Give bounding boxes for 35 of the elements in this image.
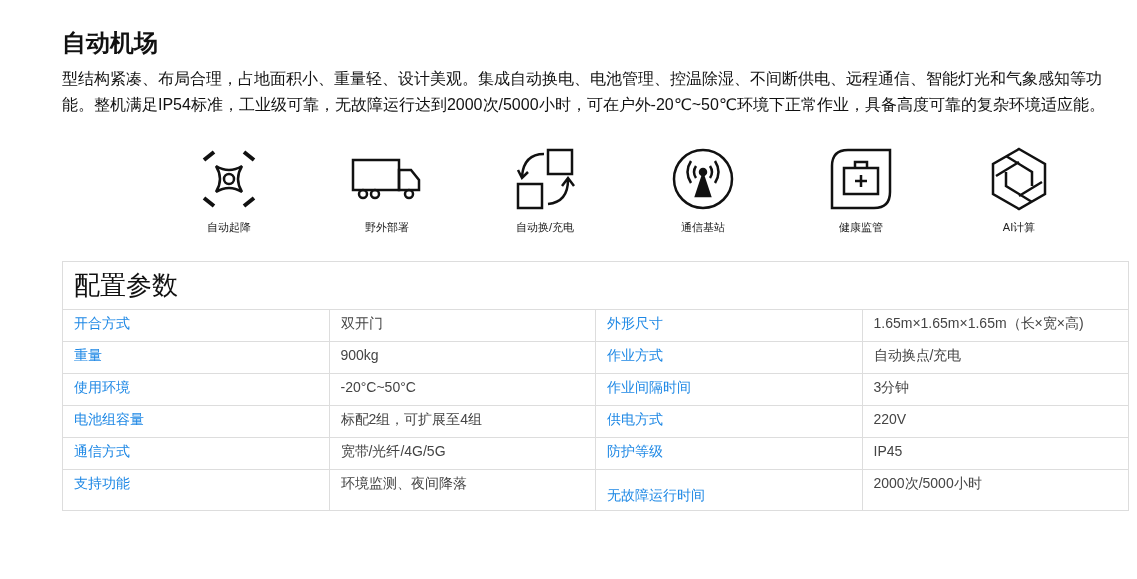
feature-label: 野外部署 bbox=[365, 220, 409, 235]
spec-value: 标配2组，可扩展至4组 bbox=[329, 405, 596, 438]
page-title: 自动机场 bbox=[62, 28, 159, 58]
spec-label: 外形尺寸 bbox=[595, 309, 862, 342]
feature-label: 通信基站 bbox=[681, 220, 725, 235]
spec-label: 开合方式 bbox=[62, 309, 329, 342]
description: 型结构紧凑、布局合理，占地面积小、重量轻、设计美观。集成自动换电、电池管理、控温除湿、不间断供电、远程通信、智能灯光和气象感知等功能。整机满足IP54标准，工业级可靠，无故障运行达到2000次/5000小时，可在户外-20℃~50℃环境下正常作业，具备高度可靠的复杂环境适应能。 bbox=[62, 69, 1106, 115]
feature-label: 自动换/充电 bbox=[515, 220, 575, 235]
spec-label: 供电方式 bbox=[595, 405, 862, 438]
spec-value: 1.65m×1.65m×1.65m（长×宽×高) bbox=[862, 309, 1129, 342]
spec-label: 电池组容量 bbox=[62, 405, 329, 438]
spec-value: 900kg bbox=[329, 341, 596, 374]
spec-value: 双开门 bbox=[329, 309, 596, 342]
spec-label: 重量 bbox=[62, 341, 329, 374]
spec-label: 防护等级 bbox=[595, 437, 862, 470]
spec-value: 环境监测、夜间降落 bbox=[329, 469, 596, 511]
feature-label: 健康监管 bbox=[839, 220, 883, 235]
spec-label: 作业方式 bbox=[595, 341, 862, 374]
spec-label: 使用环境 bbox=[62, 373, 329, 406]
feature-label: AI计算 bbox=[1002, 220, 1036, 235]
spec-value: 宽带/光纤/4G/5G bbox=[329, 437, 596, 470]
spec-value: 220V bbox=[862, 405, 1129, 438]
spec-value: -20°C~50°C bbox=[329, 373, 596, 406]
spec-label: 通信方式 bbox=[62, 437, 329, 470]
spec-label: 支持功能 bbox=[62, 469, 329, 511]
spec-label: 作业间隔时间 bbox=[595, 373, 862, 406]
spec-value: 3分钟 bbox=[862, 373, 1129, 406]
signal-tower-icon bbox=[670, 146, 736, 212]
spec-value: 2000次/5000小时 bbox=[862, 469, 1129, 511]
spec-value: IP45 bbox=[862, 437, 1129, 470]
medical-kit-icon bbox=[828, 146, 894, 212]
table-title: 配置参数 bbox=[62, 261, 1129, 310]
spec-value: 自动换点/充电 bbox=[862, 341, 1129, 374]
feature-label: 自动起降 bbox=[207, 220, 251, 235]
spec-label: 无故障运行时间 bbox=[595, 469, 862, 511]
